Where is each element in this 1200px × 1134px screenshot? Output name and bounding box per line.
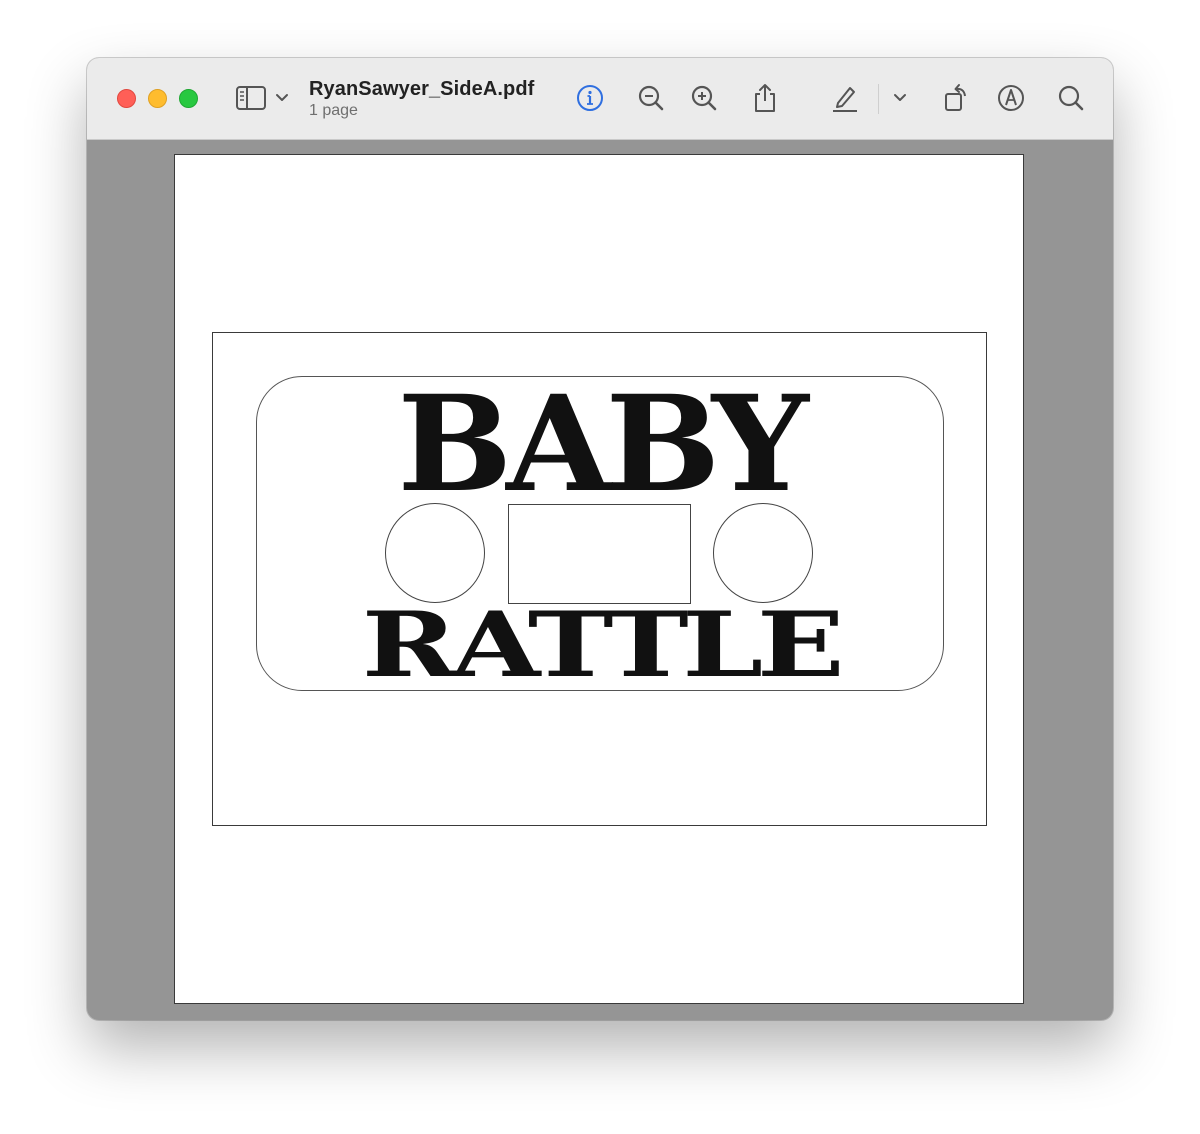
minimize-button[interactable] xyxy=(148,89,167,108)
cassette-bottom-label: RATTLE xyxy=(361,592,845,698)
preview-window: RyanSawyer_SideA.pdf 1 page BABY RATTLE xyxy=(87,58,1113,1020)
document-title: RyanSawyer_SideA.pdf 1 page xyxy=(309,77,534,121)
sidebar-menu-button[interactable] xyxy=(267,80,297,116)
toolbar-divider xyxy=(878,84,879,114)
markup-pen-icon xyxy=(833,87,857,112)
annotate-icon xyxy=(998,85,1024,111)
chevron-down-icon xyxy=(894,94,906,101)
chevron-down-icon xyxy=(276,94,288,101)
info-icon xyxy=(577,85,603,111)
zoom-in-icon xyxy=(691,85,717,111)
search-button[interactable] xyxy=(1053,80,1089,116)
cassette-top-label: BABY xyxy=(397,367,808,522)
sidebar-icon xyxy=(236,86,266,110)
rotate-button[interactable] xyxy=(938,80,974,116)
sidebar-toggle-button[interactable] xyxy=(233,80,269,116)
search-icon xyxy=(1058,85,1084,111)
cassette-left-reel xyxy=(385,503,485,603)
page-count: 1 page xyxy=(309,102,358,119)
close-button[interactable] xyxy=(117,89,136,108)
markup-menu-button[interactable] xyxy=(885,80,915,116)
titlebar: RyanSawyer_SideA.pdf 1 page xyxy=(87,58,1113,140)
markup-button[interactable] xyxy=(827,80,863,116)
maximize-button[interactable] xyxy=(179,89,198,108)
cassette-right-reel xyxy=(713,503,813,603)
share-icon xyxy=(755,84,775,112)
pdf-page: BABY RATTLE xyxy=(174,154,1024,1004)
cassette-tape-window xyxy=(508,504,691,604)
file-name: RyanSawyer_SideA.pdf xyxy=(309,78,535,100)
info-button[interactable] xyxy=(572,80,608,116)
zoom-out-icon xyxy=(638,85,664,111)
zoom-out-button[interactable] xyxy=(633,80,669,116)
zoom-in-button[interactable] xyxy=(686,80,722,116)
share-button[interactable] xyxy=(747,80,783,116)
rotate-icon xyxy=(945,84,966,111)
annotate-button[interactable] xyxy=(993,80,1029,116)
cassette-frame: BABY RATTLE xyxy=(212,332,987,826)
cassette-body: BABY RATTLE xyxy=(256,376,944,691)
